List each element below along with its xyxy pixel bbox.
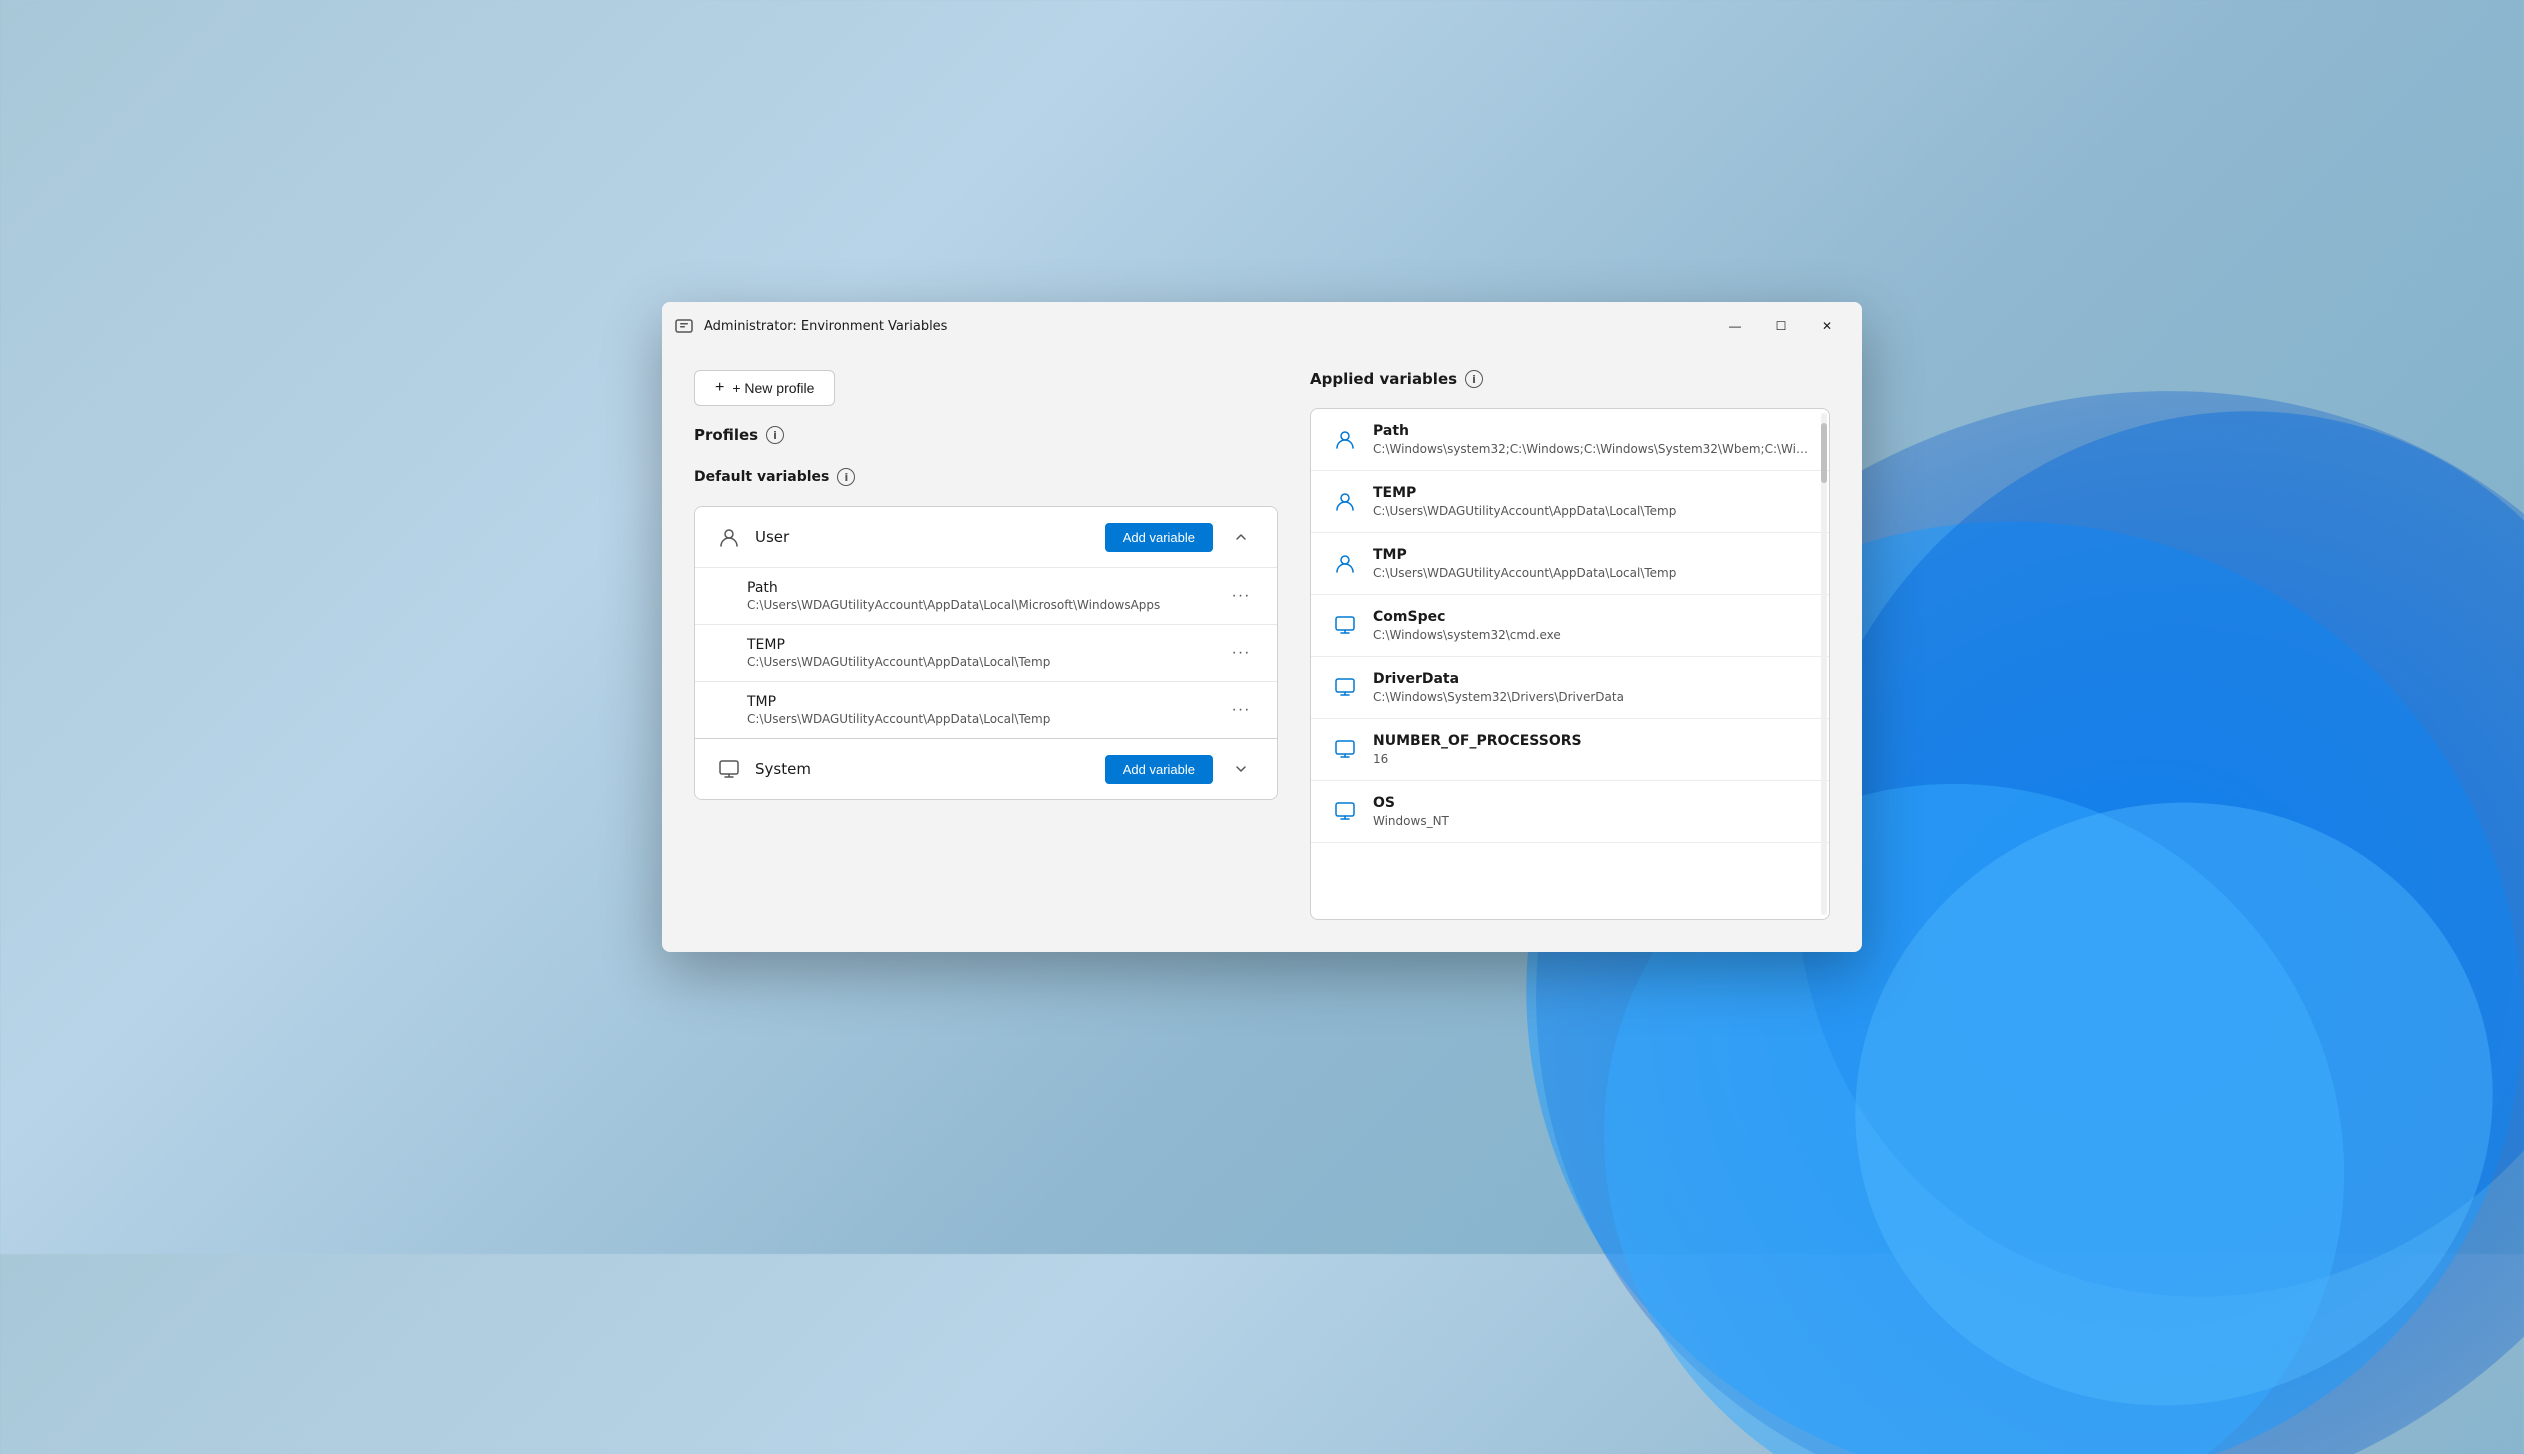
variable-value: C:\Users\WDAGUtilityAccount\AppData\Loca… bbox=[747, 598, 1213, 612]
applied-var-value: C:\Windows\System32\Drivers\DriverData bbox=[1373, 690, 1809, 704]
applied-variables-info-icon[interactable]: i bbox=[1465, 370, 1483, 388]
system-icon bbox=[1331, 735, 1359, 763]
titlebar: Administrator: Environment Variables — ☐… bbox=[662, 302, 1862, 350]
variable-info: TMP C:\Users\WDAGUtilityAccount\AppData\… bbox=[747, 694, 1213, 726]
variable-more-button[interactable]: ··· bbox=[1225, 694, 1257, 726]
profiles-info-icon[interactable]: i bbox=[766, 426, 784, 444]
applied-var-name: ComSpec bbox=[1373, 609, 1809, 625]
profiles-section: Profiles i bbox=[694, 426, 1278, 448]
table-row: TMP C:\Users\WDAGUtilityAccount\AppData\… bbox=[695, 681, 1277, 738]
profiles-heading-text: Profiles bbox=[694, 426, 758, 444]
window-controls: — ☐ ✕ bbox=[1712, 310, 1850, 342]
applied-var-info: OS Windows_NT bbox=[1373, 795, 1809, 828]
list-item: TMP C:\Users\WDAGUtilityAccount\AppData\… bbox=[1311, 533, 1829, 595]
list-item: ComSpec C:\Windows\system32\cmd.exe bbox=[1311, 595, 1829, 657]
user-group-label: User bbox=[755, 528, 1093, 546]
list-item: TEMP C:\Users\WDAGUtilityAccount\AppData… bbox=[1311, 471, 1829, 533]
applied-variables-heading: Applied variables i bbox=[1310, 370, 1830, 388]
window-title: Administrator: Environment Variables bbox=[704, 319, 1702, 334]
new-profile-label: + New profile bbox=[732, 380, 814, 396]
applied-var-info: DriverData C:\Windows\System32\Drivers\D… bbox=[1373, 671, 1809, 704]
variable-name: Path bbox=[747, 580, 1213, 596]
system-icon bbox=[1331, 673, 1359, 701]
variable-info: Path C:\Users\WDAGUtilityAccount\AppData… bbox=[747, 580, 1213, 612]
applied-variables-text: Applied variables bbox=[1310, 370, 1457, 388]
plus-icon: + bbox=[715, 379, 724, 397]
list-item: DriverData C:\Windows\System32\Drivers\D… bbox=[1311, 657, 1829, 719]
app-icon bbox=[674, 316, 694, 336]
default-variables-text: Default variables bbox=[694, 469, 829, 485]
profiles-heading: Profiles i bbox=[694, 426, 1278, 444]
system-group-header: System Add variable bbox=[695, 738, 1277, 799]
variable-value: C:\Users\WDAGUtilityAccount\AppData\Loca… bbox=[747, 712, 1213, 726]
default-variables-section: Default variables i bbox=[694, 468, 1278, 486]
applied-var-info: TMP C:\Users\WDAGUtilityAccount\AppData\… bbox=[1373, 547, 1809, 580]
applied-var-info: Path C:\Windows\system32;C:\Windows;C:\W… bbox=[1373, 423, 1809, 456]
variable-more-button[interactable]: ··· bbox=[1225, 637, 1257, 669]
system-icon bbox=[1331, 797, 1359, 825]
applied-var-value: C:\Windows\system32\cmd.exe bbox=[1373, 628, 1809, 642]
system-add-variable-button[interactable]: Add variable bbox=[1105, 755, 1213, 784]
system-group-chevron[interactable] bbox=[1225, 753, 1257, 785]
window-content: + + New profile Profiles i Default varia… bbox=[662, 350, 1862, 952]
user-add-variable-button[interactable]: Add variable bbox=[1105, 523, 1213, 552]
minimize-button[interactable]: — bbox=[1712, 310, 1758, 342]
scrollbar-track[interactable] bbox=[1821, 413, 1827, 915]
variable-name: TMP bbox=[747, 694, 1213, 710]
applied-var-value: 16 bbox=[1373, 752, 1809, 766]
applied-var-name: OS bbox=[1373, 795, 1809, 811]
applied-var-name: Path bbox=[1373, 423, 1809, 439]
system-icon bbox=[1331, 611, 1359, 639]
variable-more-button[interactable]: ··· bbox=[1225, 580, 1257, 612]
applied-var-name: TMP bbox=[1373, 547, 1809, 563]
user-group-header: User Add variable bbox=[695, 507, 1277, 567]
applied-variables-card: Path C:\Windows\system32;C:\Windows;C:\W… bbox=[1310, 408, 1830, 920]
applied-var-value: C:\Users\WDAGUtilityAccount\AppData\Loca… bbox=[1373, 504, 1809, 518]
list-item: OS Windows_NT bbox=[1311, 781, 1829, 843]
table-row: TEMP C:\Users\WDAGUtilityAccount\AppData… bbox=[695, 624, 1277, 681]
default-variables-info-icon[interactable]: i bbox=[837, 468, 855, 486]
applied-var-name: DriverData bbox=[1373, 671, 1809, 687]
applied-var-name: NUMBER_OF_PROCESSORS bbox=[1373, 733, 1809, 749]
user-icon bbox=[1331, 487, 1359, 515]
variable-info: TEMP C:\Users\WDAGUtilityAccount\AppData… bbox=[747, 637, 1213, 669]
applied-var-value: C:\Users\WDAGUtilityAccount\AppData\Loca… bbox=[1373, 566, 1809, 580]
variables-card: User Add variable Path C:\Users\WDAGUtil… bbox=[694, 506, 1278, 800]
default-variables-heading: Default variables i bbox=[694, 468, 1278, 486]
variable-value: C:\Users\WDAGUtilityAccount\AppData\Loca… bbox=[747, 655, 1213, 669]
user-icon bbox=[1331, 425, 1359, 453]
table-row: Path C:\Users\WDAGUtilityAccount\AppData… bbox=[695, 567, 1277, 624]
scrollbar-thumb[interactable] bbox=[1821, 423, 1827, 483]
variable-name: TEMP bbox=[747, 637, 1213, 653]
user-group-chevron[interactable] bbox=[1225, 521, 1257, 553]
system-group-icon bbox=[715, 755, 743, 783]
main-window: Administrator: Environment Variables — ☐… bbox=[662, 302, 1862, 952]
applied-var-value: Windows_NT bbox=[1373, 814, 1809, 828]
right-panel: Applied variables i Path C:\Windows\sy bbox=[1310, 370, 1830, 920]
list-item: Path C:\Windows\system32;C:\Windows;C:\W… bbox=[1311, 409, 1829, 471]
system-group-label: System bbox=[755, 760, 1093, 778]
applied-var-info: NUMBER_OF_PROCESSORS 16 bbox=[1373, 733, 1809, 766]
left-panel: + + New profile Profiles i Default varia… bbox=[694, 370, 1278, 920]
applied-var-name: TEMP bbox=[1373, 485, 1809, 501]
close-button[interactable]: ✕ bbox=[1804, 310, 1850, 342]
list-item: NUMBER_OF_PROCESSORS 16 bbox=[1311, 719, 1829, 781]
maximize-button[interactable]: ☐ bbox=[1758, 310, 1804, 342]
applied-var-info: TEMP C:\Users\WDAGUtilityAccount\AppData… bbox=[1373, 485, 1809, 518]
user-icon bbox=[1331, 549, 1359, 577]
applied-var-info: ComSpec C:\Windows\system32\cmd.exe bbox=[1373, 609, 1809, 642]
new-profile-button[interactable]: + + New profile bbox=[694, 370, 835, 406]
applied-var-value: C:\Windows\system32;C:\Windows;C:\Window… bbox=[1373, 442, 1809, 456]
user-group-icon bbox=[715, 523, 743, 551]
